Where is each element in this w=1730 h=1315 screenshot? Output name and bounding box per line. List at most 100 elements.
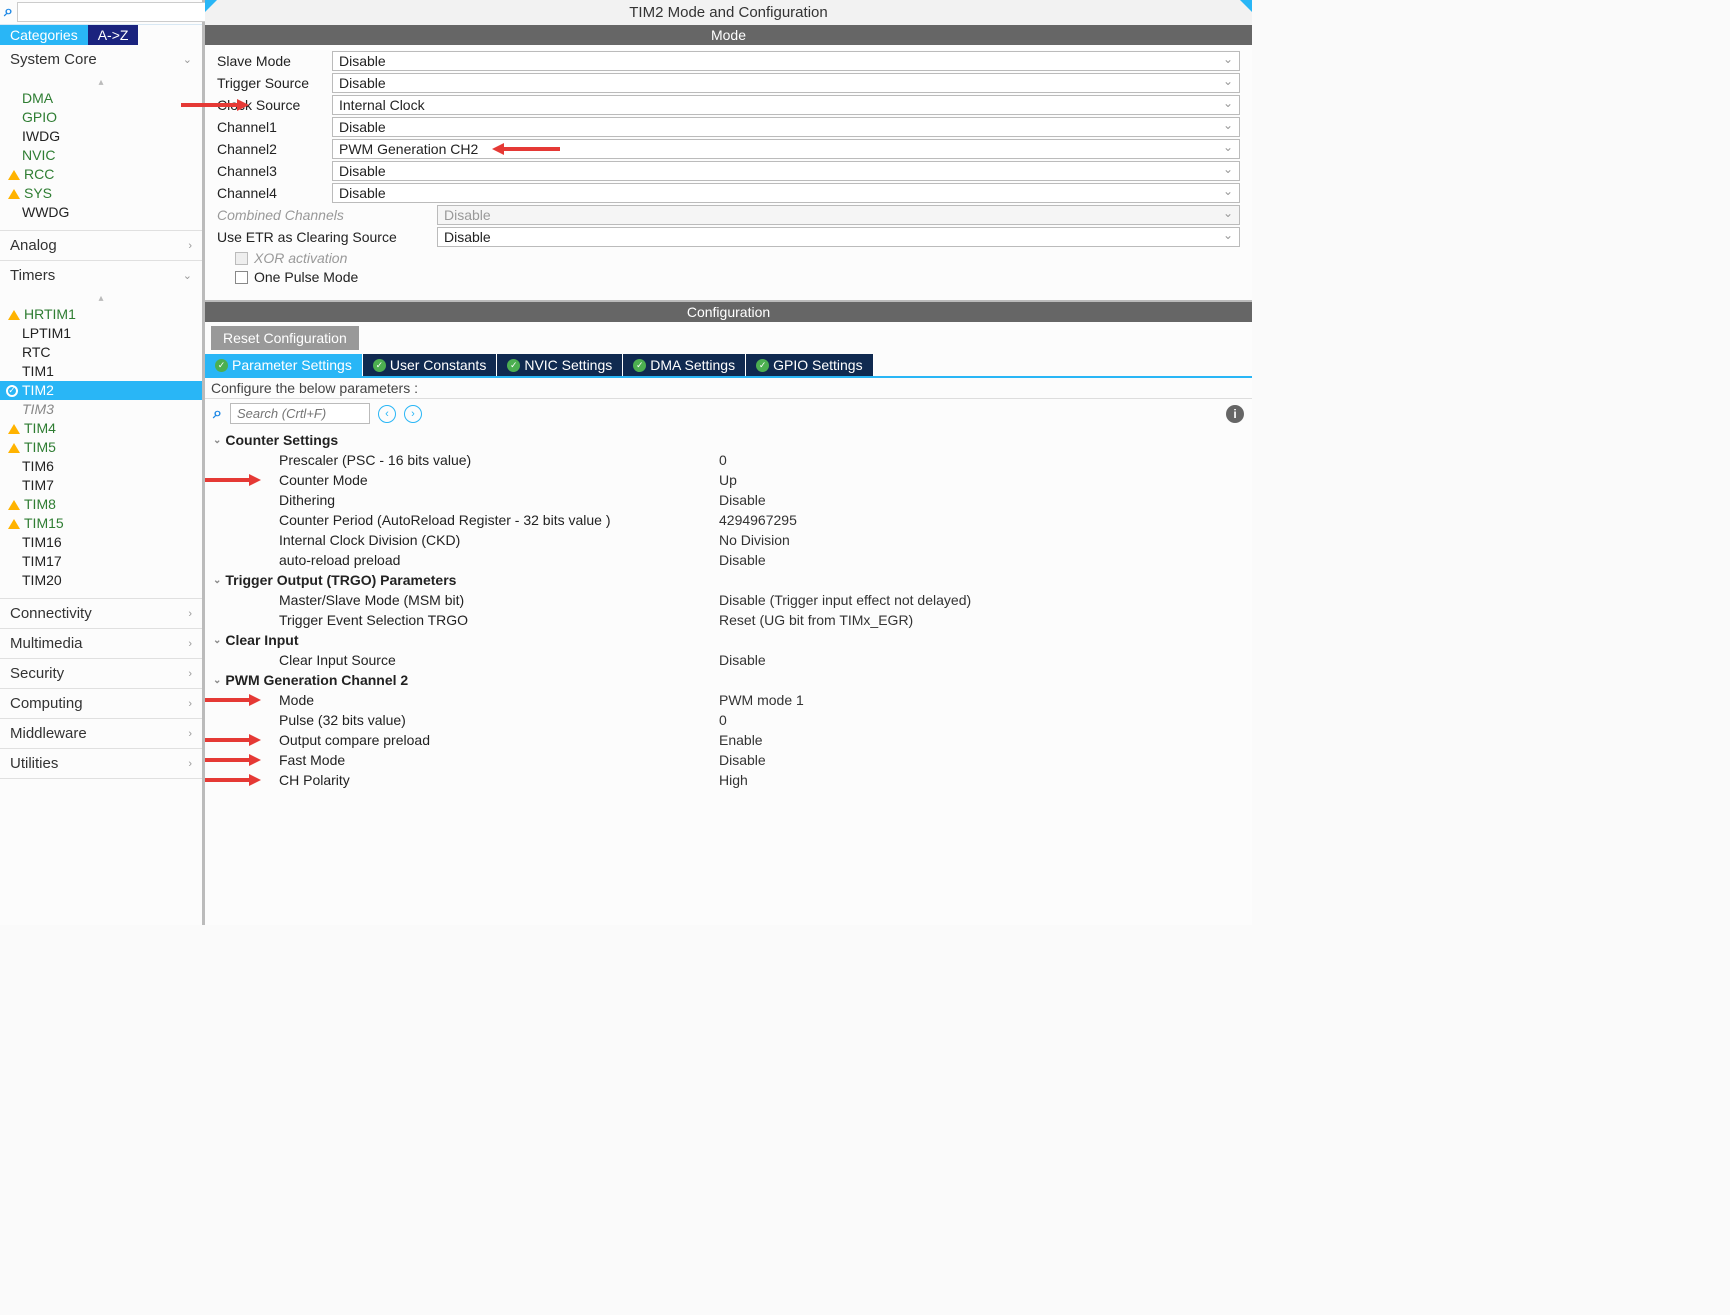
category-header[interactable]: Computing›	[0, 689, 202, 718]
mode-field-select[interactable]: Disable	[437, 227, 1240, 247]
param-row[interactable]: Trigger Event Selection TRGOReset (UG bi…	[213, 610, 1244, 630]
peripheral-item[interactable]: TIM1	[0, 362, 202, 381]
config-hint: Configure the below parameters :	[205, 376, 1252, 399]
param-row[interactable]: ModePWM mode 1	[213, 690, 1244, 710]
peripheral-item[interactable]: NVIC	[0, 146, 202, 165]
param-group-header[interactable]: ⌄ Clear Input	[213, 630, 1244, 650]
checkbox[interactable]	[235, 271, 248, 284]
category-header[interactable]: Security›	[0, 659, 202, 688]
peripheral-item[interactable]: GPIO	[0, 108, 202, 127]
category-header[interactable]: Timers⌄	[0, 261, 202, 290]
page-title: TIM2 Mode and Configuration	[629, 4, 827, 21]
peripheral-item[interactable]: TIM3	[0, 400, 202, 419]
check-icon: ✓	[6, 385, 18, 397]
peripheral-item[interactable]: HRTIM1	[0, 305, 202, 324]
view-tab-categories[interactable]: Categories	[0, 25, 88, 45]
param-row[interactable]: Counter ModeUp	[213, 470, 1244, 490]
peripheral-label: TIM17	[22, 553, 62, 570]
peripheral-item[interactable]: TIM15	[0, 514, 202, 533]
prev-match-button[interactable]: ‹	[378, 405, 396, 423]
mode-field-select[interactable]: Disable	[332, 51, 1240, 71]
param-row[interactable]: CH PolarityHigh	[213, 770, 1244, 790]
mode-row: Channel4Disable	[217, 183, 1240, 203]
param-key: Mode	[279, 692, 719, 708]
param-row[interactable]: Internal Clock Division (CKD)No Division	[213, 530, 1244, 550]
param-row[interactable]: DitheringDisable	[213, 490, 1244, 510]
mode-field-select[interactable]: PWM Generation CH2	[332, 139, 1240, 159]
mode-row: Use ETR as Clearing SourceDisable	[217, 227, 1240, 247]
category-header[interactable]: Middleware›	[0, 719, 202, 748]
category-header[interactable]: Connectivity›	[0, 599, 202, 628]
peripheral-item[interactable]: SYS	[0, 184, 202, 203]
peripheral-item[interactable]: TIM17	[0, 552, 202, 571]
chevron-down-icon: ⌄	[183, 53, 192, 66]
mode-field-select[interactable]: Disable	[332, 117, 1240, 137]
peripheral-item[interactable]: TIM8	[0, 495, 202, 514]
mode-checkbox-row: XOR activation	[217, 250, 1240, 266]
param-group-header[interactable]: ⌄Counter Settings	[213, 430, 1244, 450]
peripheral-item[interactable]: WWDG	[0, 203, 202, 222]
mode-field-label: Channel4	[217, 185, 332, 201]
param-value: Disable	[719, 752, 766, 768]
chevron-down-icon: ⌄	[213, 635, 221, 646]
category-header[interactable]: Analog›	[0, 231, 202, 260]
category-header[interactable]: Utilities›	[0, 749, 202, 778]
config-tab-label: DMA Settings	[650, 357, 735, 373]
peripheral-item[interactable]: DMA	[0, 89, 202, 108]
param-group-header[interactable]: ⌄Trigger Output (TRGO) Parameters	[213, 570, 1244, 590]
config-tab[interactable]: ✓NVIC Settings	[497, 354, 623, 376]
param-row[interactable]: Output compare preloadEnable	[213, 730, 1244, 750]
peripheral-label: IWDG	[22, 128, 60, 145]
info-icon[interactable]: i	[1226, 405, 1244, 423]
mode-field-select[interactable]: Internal Clock	[332, 95, 1240, 115]
param-key: auto-reload preload	[279, 552, 719, 568]
sort-hint-icon[interactable]: ▴	[0, 76, 202, 89]
peripheral-item[interactable]: TIM4	[0, 419, 202, 438]
view-tab-az[interactable]: A->Z	[88, 25, 139, 45]
annotation-arrow	[205, 773, 261, 787]
peripheral-label: RCC	[24, 166, 54, 183]
peripheral-item[interactable]: RCC	[0, 165, 202, 184]
collapse-left-icon[interactable]	[205, 0, 217, 12]
peripheral-label: TIM8	[24, 496, 56, 513]
param-row[interactable]: Prescaler (PSC - 16 bits value)0	[213, 450, 1244, 470]
peripheral-item[interactable]: TIM16	[0, 533, 202, 552]
collapse-right-icon[interactable]	[1240, 0, 1252, 12]
param-group-header[interactable]: ⌄PWM Generation Channel 2	[213, 670, 1244, 690]
chevron-right-icon: ›	[188, 728, 192, 740]
peripheral-item[interactable]: ✓TIM2	[0, 381, 202, 400]
peripheral-item[interactable]: LPTIM1	[0, 324, 202, 343]
param-row[interactable]: Counter Period (AutoReload Register - 32…	[213, 510, 1244, 530]
param-row[interactable]: Pulse (32 bits value)0	[213, 710, 1244, 730]
config-tab[interactable]: ✓DMA Settings	[623, 354, 746, 376]
param-row[interactable]: Fast ModeDisable	[213, 750, 1244, 770]
peripheral-item[interactable]: TIM6	[0, 457, 202, 476]
peripheral-item[interactable]: TIM5	[0, 438, 202, 457]
config-tab[interactable]: ✓GPIO Settings	[746, 354, 873, 376]
peripheral-search-input[interactable]	[17, 2, 206, 22]
param-row[interactable]: auto-reload preloadDisable	[213, 550, 1244, 570]
peripheral-item[interactable]: RTC	[0, 343, 202, 362]
mode-field-select[interactable]: Disable	[332, 183, 1240, 203]
category-label: Computing	[10, 695, 83, 712]
config-tab[interactable]: ✓User Constants	[363, 354, 497, 376]
config-tab[interactable]: ✓Parameter Settings	[205, 354, 363, 376]
category-label: Multimedia	[10, 635, 83, 652]
peripheral-item[interactable]: TIM7	[0, 476, 202, 495]
param-row[interactable]: Master/Slave Mode (MSM bit)Disable (Trig…	[213, 590, 1244, 610]
mode-field-label: Trigger Source	[217, 75, 332, 91]
mode-field-select[interactable]: Disable	[332, 161, 1240, 181]
peripheral-item[interactable]: TIM20	[0, 571, 202, 590]
category-header[interactable]: Multimedia›	[0, 629, 202, 658]
param-value: High	[719, 772, 748, 788]
reset-configuration-button[interactable]: Reset Configuration	[211, 326, 359, 350]
mode-field-select[interactable]: Disable	[332, 73, 1240, 93]
param-search-input[interactable]	[230, 403, 370, 424]
param-row[interactable]: Clear Input SourceDisable	[213, 650, 1244, 670]
category-header[interactable]: System Core⌄	[0, 45, 202, 74]
peripheral-item[interactable]: IWDG	[0, 127, 202, 146]
chevron-down-icon: ⌄	[183, 269, 192, 282]
next-match-button[interactable]: ›	[404, 405, 422, 423]
param-group-label: Clear Input	[225, 632, 298, 648]
sort-hint-icon[interactable]: ▴	[0, 292, 202, 305]
